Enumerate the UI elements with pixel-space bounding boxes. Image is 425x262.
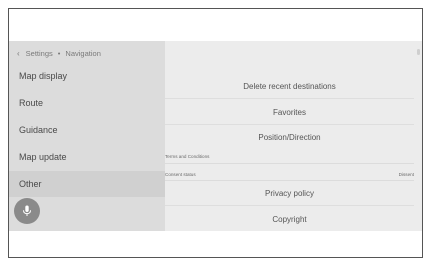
divider xyxy=(165,163,414,164)
copyright-button[interactable]: Copyright xyxy=(165,208,414,231)
terms-and-conditions-label: Terms and Conditions xyxy=(165,154,210,159)
breadcrumb: ‹ Settings • Navigation xyxy=(17,45,101,61)
favorites-button[interactable]: Favorites xyxy=(165,101,414,125)
voice-button[interactable] xyxy=(14,198,40,224)
favorites-label: Favorites xyxy=(273,108,306,117)
delete-recent-destinations-button[interactable]: Delete recent destinations xyxy=(165,75,414,99)
sidebar-item-label: Map update xyxy=(19,152,67,162)
consent-status-label: Consent status xyxy=(165,172,196,177)
sidebar-item-route[interactable]: Route xyxy=(9,90,165,116)
breadcrumb-parent[interactable]: Settings xyxy=(26,49,53,58)
breadcrumb-current: Navigation xyxy=(65,48,101,58)
privacy-policy-label: Privacy policy xyxy=(265,189,314,198)
position-direction-label: Position/Direction xyxy=(258,133,321,142)
sidebar-item-guidance[interactable]: Guidance xyxy=(9,117,165,143)
copyright-label: Copyright xyxy=(272,215,307,224)
sidebar-item-map-update[interactable]: Map update xyxy=(9,144,165,170)
breadcrumb-separator: • xyxy=(57,48,61,58)
sidebar: ‹ Settings • Navigation Map display Rout… xyxy=(9,41,165,231)
sidebar-item-label: Map display xyxy=(19,71,68,81)
microphone-icon xyxy=(23,205,31,216)
chevron-left-icon[interactable]: ‹ xyxy=(17,49,20,58)
settings-panel: Delete recent destinations Favorites Pos… xyxy=(165,41,422,231)
sidebar-item-label: Guidance xyxy=(19,125,58,135)
sidebar-item-other[interactable]: Other xyxy=(9,171,165,197)
divider xyxy=(165,180,414,181)
consent-status-value: Dissent xyxy=(398,172,414,177)
scrollbar[interactable] xyxy=(417,49,420,55)
sidebar-item-map-display[interactable]: Map display xyxy=(9,63,165,89)
position-direction-button[interactable]: Position/Direction xyxy=(165,127,414,149)
privacy-policy-button[interactable]: Privacy policy xyxy=(165,182,414,206)
navigation-settings-screen: ‹ Settings • Navigation Map display Rout… xyxy=(9,41,422,231)
delete-recent-destinations-label: Delete recent destinations xyxy=(243,82,336,91)
sidebar-item-label: Other xyxy=(19,179,42,189)
sidebar-item-label: Route xyxy=(19,98,44,108)
